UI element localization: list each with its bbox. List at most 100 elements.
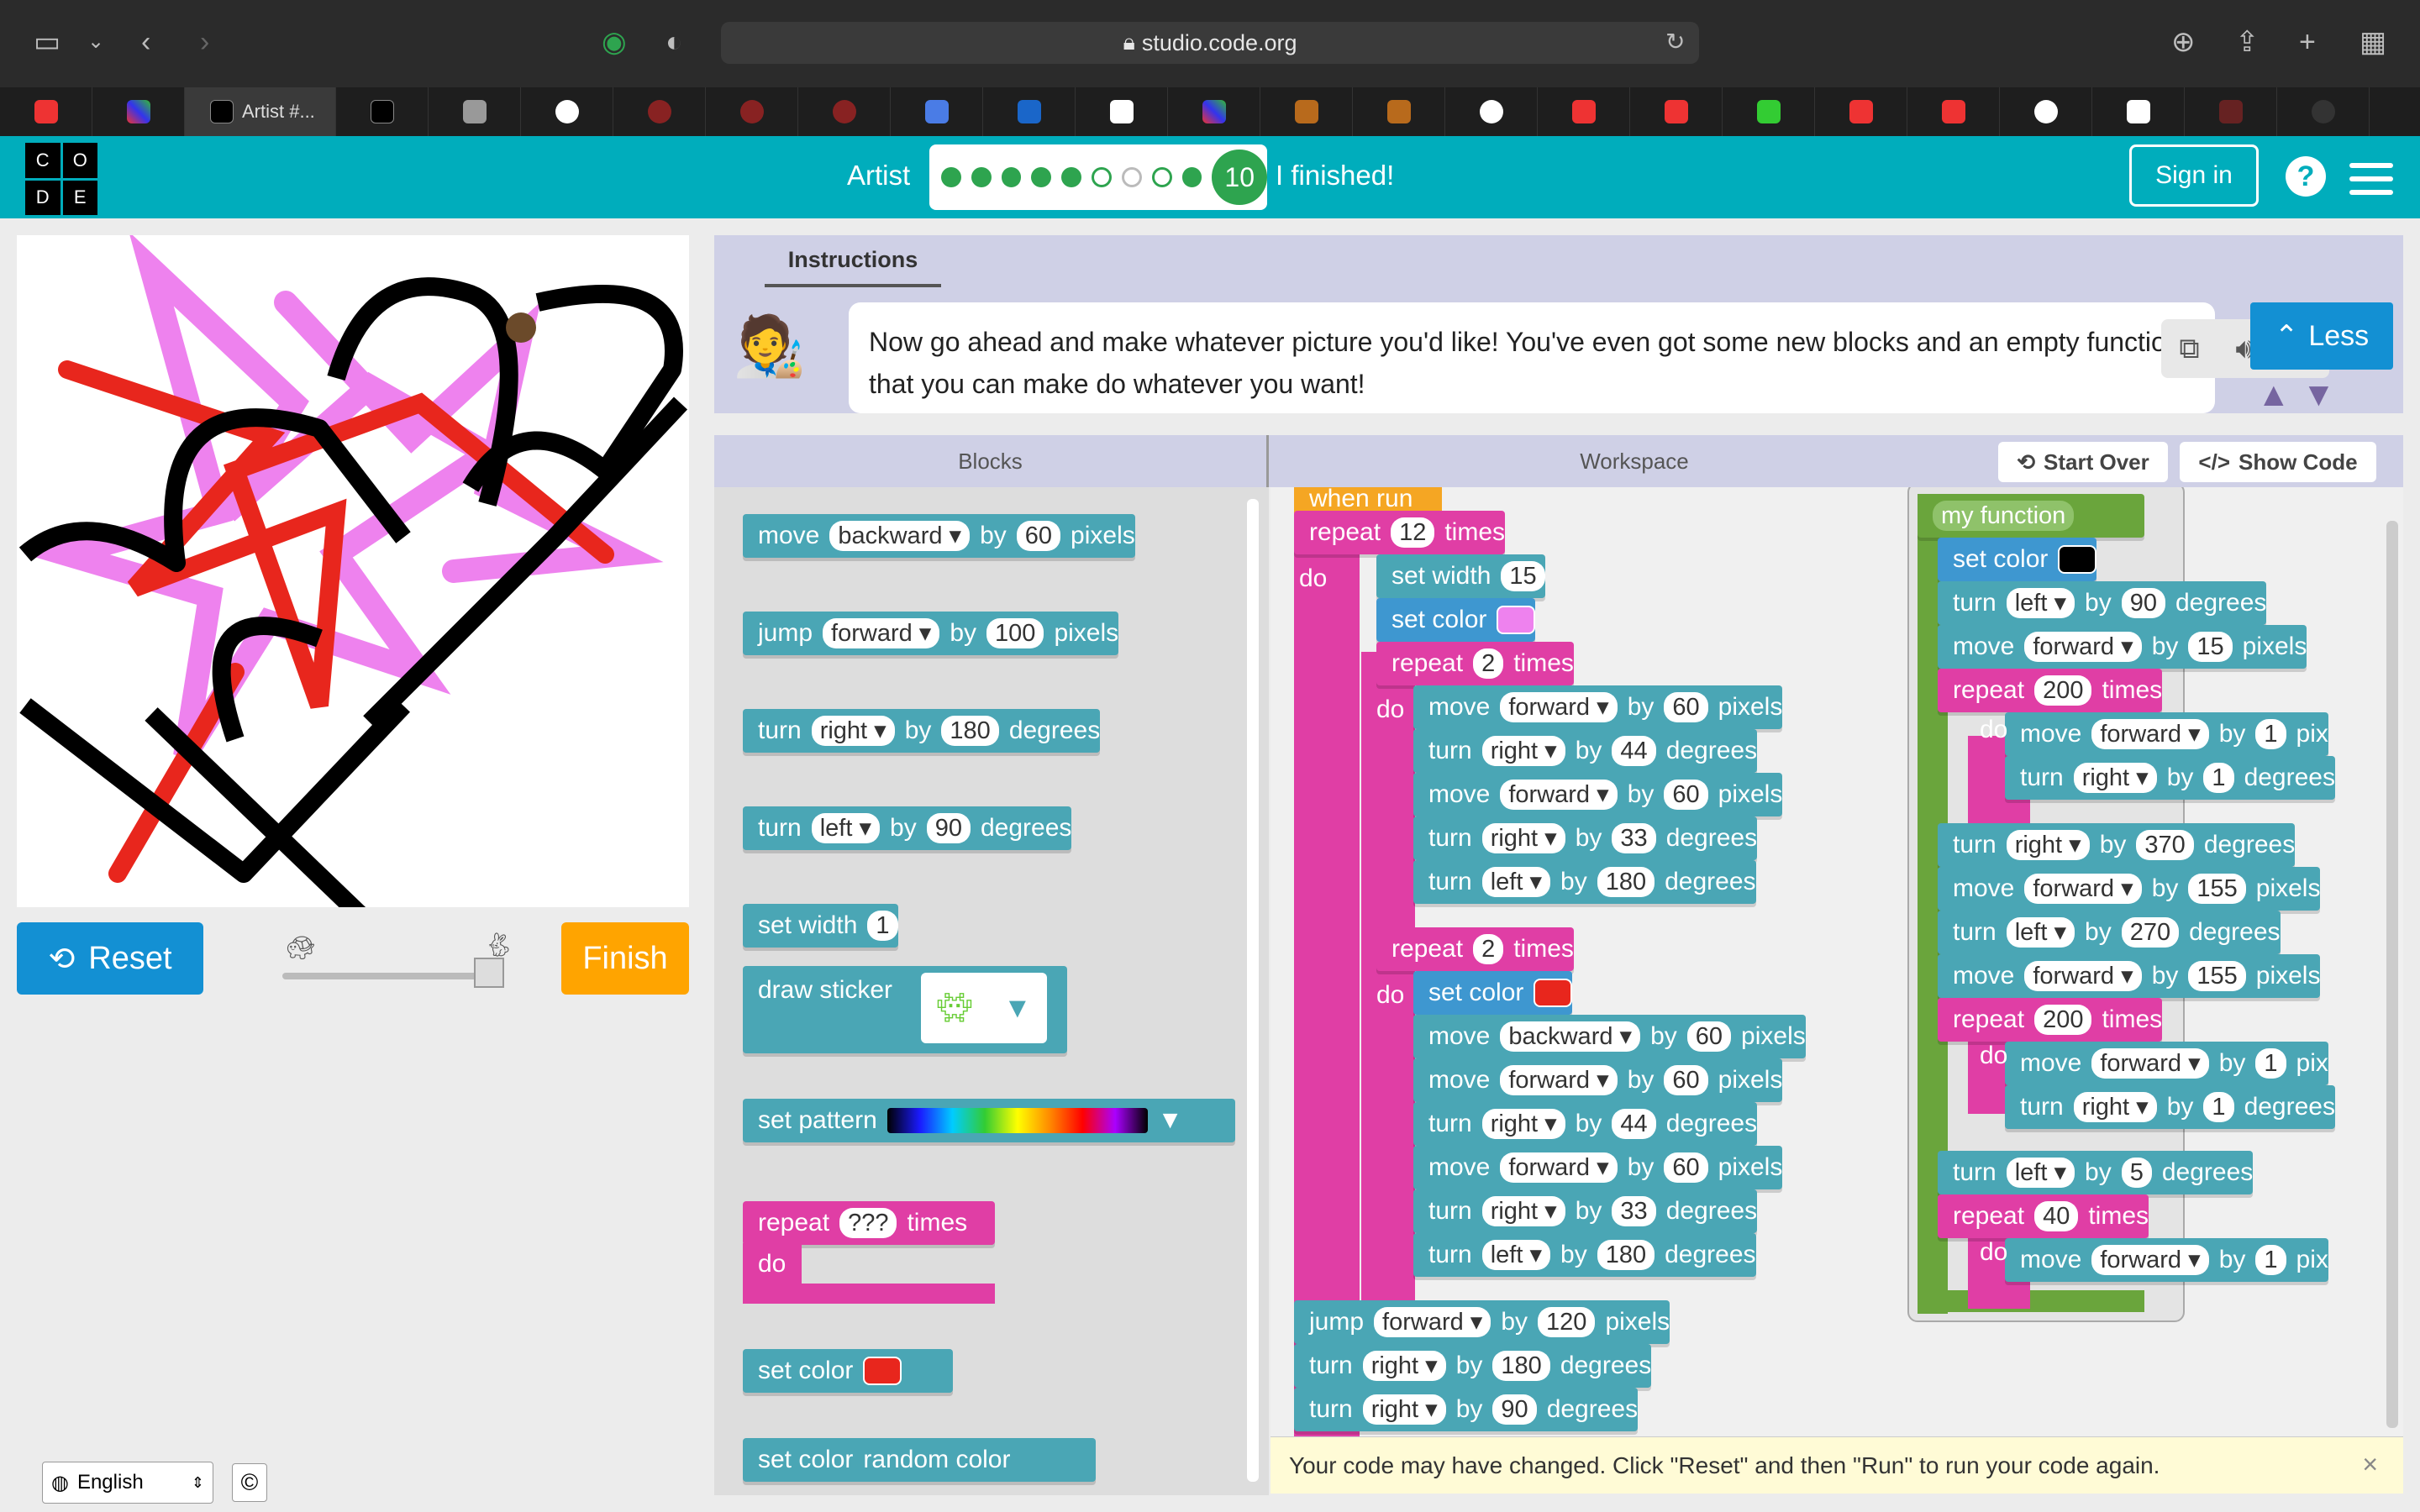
function-block[interactable]: set color — [1938, 538, 2097, 581]
current-level-bubble[interactable]: 10 — [1212, 150, 1267, 205]
code-logo[interactable]: C O D E — [25, 143, 97, 215]
tab[interactable] — [891, 87, 983, 136]
block-field[interactable]: forward ▾ — [2024, 874, 2142, 904]
workspace-block[interactable]: turn left ▾ by 180 degrees — [1413, 1233, 1756, 1277]
function-name[interactable]: my function — [1933, 501, 2075, 531]
progress-dot[interactable] — [1121, 167, 1142, 187]
tab[interactable] — [1630, 87, 1723, 136]
block-field[interactable]: 60 — [1664, 780, 1708, 810]
block-field[interactable]: 180 — [1492, 1351, 1550, 1381]
progress-dot[interactable] — [1092, 167, 1112, 187]
block-field[interactable]: forward ▾ — [1500, 692, 1618, 722]
function-block[interactable]: move forward ▾ by 1 pix — [2005, 1238, 2328, 1282]
block-field[interactable]: 200 — [2034, 1005, 2092, 1035]
block-field[interactable]: 2 — [1473, 934, 1504, 964]
block-field[interactable]: 44 — [1612, 1109, 1656, 1139]
forward-icon[interactable]: › — [200, 25, 209, 59]
less-button[interactable]: ⌃ Less — [2250, 302, 2393, 370]
workspace-block[interactable]: turn right ▾ by 90 degrees — [1294, 1388, 1639, 1431]
tab-overview-icon[interactable]: ▦ — [2360, 25, 2386, 59]
function-block[interactable]: move forward ▾ by 15 pixels — [1938, 625, 2307, 669]
back-icon[interactable]: ‹ — [141, 25, 150, 59]
workspace-block[interactable]: move forward ▾ by 60 pixels — [1413, 685, 1783, 729]
tab[interactable] — [92, 87, 185, 136]
workspace-block[interactable]: turn right ▾ by 180 degrees — [1294, 1344, 1652, 1388]
tab[interactable] — [336, 87, 429, 136]
block-field[interactable]: 2 — [1473, 648, 1504, 679]
draw-sticker-block[interactable]: draw sticker 👾︎ ▼ — [743, 966, 1067, 1053]
block-field[interactable]: 15 — [2188, 632, 2233, 662]
workspace-block[interactable]: repeat 2 times — [1376, 642, 1574, 685]
tab[interactable] — [1168, 87, 1260, 136]
function-block[interactable]: turn right ▾ by 370 degrees — [1938, 823, 2296, 867]
block-field[interactable]: left ▾ — [2006, 917, 2075, 948]
block-field[interactable]: forward ▾ — [1500, 1152, 1618, 1183]
function-block[interactable]: repeat 40 times — [1938, 1194, 2149, 1238]
tab[interactable] — [706, 87, 798, 136]
block-field[interactable]: forward ▾ — [2091, 1245, 2209, 1275]
block-field[interactable]: forward ▾ — [2024, 632, 2142, 662]
block-field[interactable]: backward ▾ — [1500, 1021, 1641, 1052]
progress-dot[interactable] — [1181, 167, 1202, 187]
tab[interactable] — [613, 87, 706, 136]
translate-icon[interactable]: ⧉ — [2179, 328, 2199, 370]
workspace-block[interactable]: turn right ▾ by 44 degrees — [1413, 729, 1758, 773]
function-block[interactable]: turn left ▾ by 270 degrees — [1938, 911, 2281, 954]
block-field[interactable]: 1 — [2255, 719, 2286, 749]
finished-link[interactable]: I finished! — [1276, 160, 1394, 192]
sign-in-button[interactable]: Sign in — [2129, 144, 2259, 207]
workspace-block[interactable]: turn right ▾ by 44 degrees — [1413, 1102, 1758, 1146]
block-field[interactable]: 60 — [1664, 692, 1708, 722]
block-field[interactable]: 180 — [941, 716, 999, 746]
copyright-button[interactable]: © — [232, 1463, 267, 1502]
block-field[interactable]: 1 — [2255, 1245, 2286, 1275]
workspace-scrollbar[interactable] — [2386, 521, 2398, 1428]
tab[interactable] — [521, 87, 613, 136]
dropdown-icon[interactable]: ▼ — [1158, 1106, 1183, 1135]
block-field[interactable]: left ▾ — [2006, 588, 2075, 618]
block-field[interactable]: 90 — [926, 813, 971, 843]
block-field[interactable]: right ▾ — [1481, 823, 1565, 853]
progress-dot[interactable] — [1151, 167, 1172, 187]
set-color-block[interactable]: set color — [743, 1349, 953, 1393]
workspace-block[interactable]: move forward ▾ by 60 pixels — [1413, 1146, 1783, 1189]
block-field[interactable]: forward ▾ — [1500, 780, 1618, 810]
block-field[interactable]: forward ▾ — [823, 618, 940, 648]
function-block[interactable]: move forward ▾ by 155 pixels — [1938, 954, 2321, 998]
color-swatch[interactable] — [1534, 979, 1573, 1007]
function-block[interactable]: turn right ▾ by 1 degrees — [2005, 1085, 2335, 1129]
progress-dot[interactable] — [971, 167, 992, 187]
block-field[interactable]: 180 — [1597, 867, 1655, 897]
block-field[interactable]: 90 — [2121, 588, 2165, 618]
progress-dot[interactable] — [1061, 167, 1082, 187]
block-field[interactable]: 1 — [2203, 763, 2234, 793]
block-field[interactable]: 200 — [2034, 675, 2092, 706]
workspace-block[interactable]: set color — [1413, 971, 1573, 1015]
toolbox-block[interactable]: move backward ▾ by 60 pixels — [743, 514, 1135, 558]
finish-button[interactable]: Finish — [561, 922, 689, 995]
block-field[interactable]: 60 — [1016, 521, 1061, 551]
workspace-block[interactable]: turn right ▾ by 33 degrees — [1413, 1189, 1758, 1233]
block-field[interactable]: right ▾ — [1481, 736, 1565, 766]
block-field[interactable]: forward ▾ — [2091, 719, 2209, 749]
block-field[interactable]: right ▾ — [1481, 1109, 1565, 1139]
block-field[interactable]: 370 — [2136, 830, 2194, 860]
block-field[interactable]: 1 — [867, 911, 898, 941]
tab[interactable] — [1076, 87, 1168, 136]
block-field[interactable]: backward ▾ — [829, 521, 971, 551]
block-field[interactable]: 270 — [2121, 917, 2180, 948]
block-field[interactable]: 15 — [1501, 561, 1545, 591]
workspace-block[interactable]: move backward ▾ by 60 pixels — [1413, 1015, 1806, 1058]
workspace-block[interactable]: turn right ▾ by 33 degrees — [1413, 816, 1758, 860]
function-block[interactable]: move forward ▾ by 155 pixels — [1938, 867, 2321, 911]
help-icon[interactable]: ? — [2286, 156, 2326, 197]
set-pattern-block[interactable]: set pattern ▼ — [743, 1099, 1235, 1142]
color-swatch[interactable] — [1497, 606, 1536, 634]
block-field[interactable]: forward ▾ — [2024, 961, 2142, 991]
set-random-color-block[interactable]: set color random color — [743, 1438, 1096, 1482]
block-field[interactable]: 12 — [1391, 517, 1435, 548]
hamburger-menu-icon[interactable] — [2349, 163, 2393, 203]
function-block[interactable]: turn left ▾ by 5 degrees — [1938, 1151, 2254, 1194]
reload-icon[interactable]: ↻ — [1665, 25, 1685, 59]
block-field[interactable]: right ▾ — [2073, 763, 2157, 793]
